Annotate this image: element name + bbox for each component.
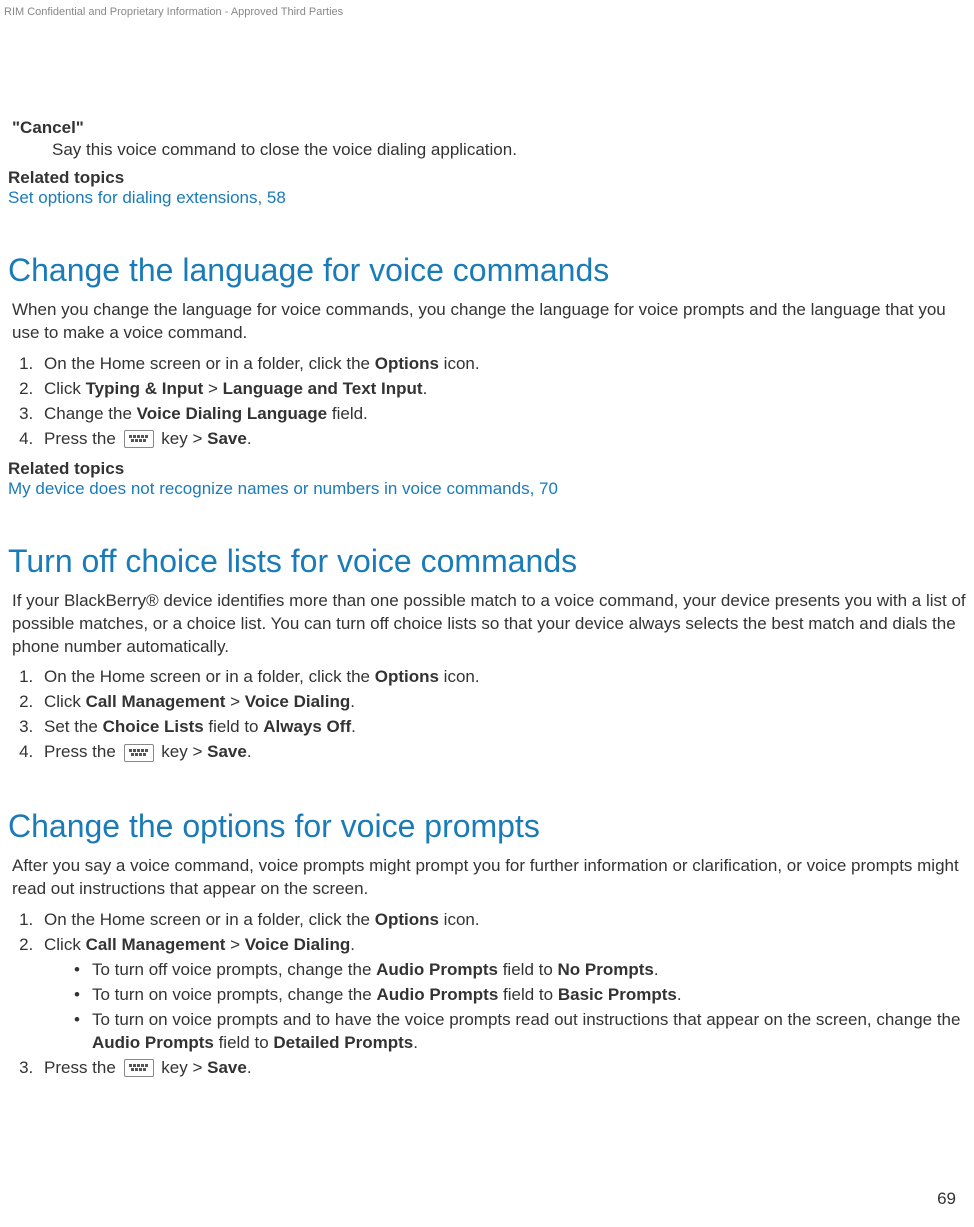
section3-step3: Press the key > Save. [38,1057,966,1080]
section2-steps: On the Home screen or in a folder, click… [8,666,966,764]
section2-step2: Click Call Management > Voice Dialing. [38,691,966,714]
section3-bullet1: To turn off voice prompts, change the Au… [74,959,966,982]
menu-key-icon [124,430,154,448]
page-number: 69 [937,1189,956,1209]
section3-steps: On the Home screen or in a folder, click… [8,909,966,1080]
section3-intro: After you say a voice command, voice pro… [8,855,966,901]
section1-intro: When you change the language for voice c… [8,299,966,345]
related-link-extensions[interactable]: Set options for dialing extensions, 58 [8,188,286,207]
menu-key-icon [124,1059,154,1077]
section1-step1: On the Home screen or in a folder, click… [38,353,966,376]
section-heading-choice-lists: Turn off choice lists for voice commands [8,543,966,580]
section3-step2: Click Call Management > Voice Dialing. T… [38,934,966,1055]
page-content: "Cancel" Say this voice command to close… [0,18,974,1080]
section3-bullets: To turn off voice prompts, change the Au… [44,959,966,1055]
section2-step1: On the Home screen or in a folder, click… [38,666,966,689]
cancel-term: "Cancel" [8,118,966,138]
section1-step3: Change the Voice Dialing Language field. [38,403,966,426]
header-confidential-note: RIM Confidential and Proprietary Informa… [0,0,974,18]
related-topics-heading-1: Related topics [8,168,966,188]
section3-step1: On the Home screen or in a folder, click… [38,909,966,932]
related-topics-heading-2: Related topics [8,459,966,479]
section-heading-voice-prompts: Change the options for voice prompts [8,808,966,845]
related-link-not-recognize[interactable]: My device does not recognize names or nu… [8,479,558,498]
section3-bullet2: To turn on voice prompts, change the Aud… [74,984,966,1007]
menu-key-icon [124,744,154,762]
section-heading-change-language: Change the language for voice commands [8,252,966,289]
section3-bullet3: To turn on voice prompts and to have the… [74,1009,966,1055]
section1-step4: Press the key > Save. [38,428,966,451]
section1-step2: Click Typing & Input > Language and Text… [38,378,966,401]
section2-step4: Press the key > Save. [38,741,966,764]
section2-step3: Set the Choice Lists field to Always Off… [38,716,966,739]
section1-steps: On the Home screen or in a folder, click… [8,353,966,451]
section2-intro: If your BlackBerry® device identifies mo… [8,590,966,659]
cancel-definition: Say this voice command to close the voic… [8,140,966,160]
